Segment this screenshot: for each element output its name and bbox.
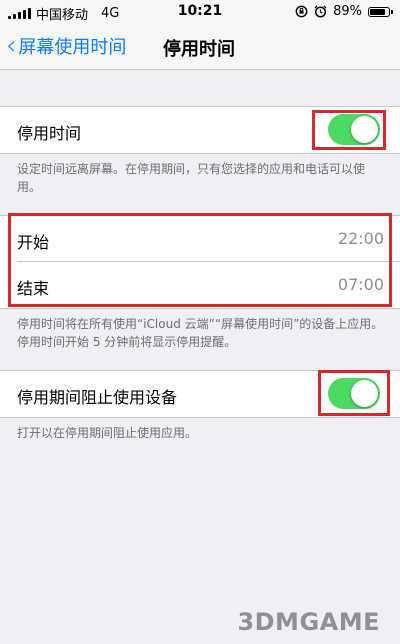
battery-icon bbox=[368, 6, 393, 17]
start-label: 开始 bbox=[17, 233, 50, 252]
downtime-row: 停用时间 bbox=[0, 107, 400, 153]
end-time-value: 07:00 bbox=[337, 275, 384, 294]
rotation-lock-icon bbox=[295, 5, 308, 18]
nav-bar: ‹ 屏幕使用时间 停用时间 bbox=[0, 24, 400, 70]
block-toggle[interactable] bbox=[328, 378, 380, 409]
back-button[interactable]: ‹ 屏幕使用时间 bbox=[6, 33, 126, 59]
battery-level bbox=[370, 8, 385, 15]
battery-percent: 89% bbox=[333, 4, 362, 19]
downtime-description: 设定时间远离屏幕。在停用期间，只有您选择的应用和电话可以使用。 bbox=[17, 162, 366, 194]
downtime-toggle[interactable] bbox=[328, 114, 380, 145]
toggle-knob bbox=[351, 116, 378, 143]
status-right: 89% bbox=[295, 4, 393, 19]
schedule-description: 停用时间将在所有使用“iCloud 云端”“屏幕使用时间”的设备上应用。停用时间… bbox=[17, 317, 384, 349]
start-time-value: 22:00 bbox=[337, 229, 384, 248]
end-row[interactable]: 结束 07:00 bbox=[0, 262, 400, 308]
back-label: 屏幕使用时间 bbox=[18, 37, 127, 58]
schedule-group: 开始 22:00 结束 07:00 bbox=[0, 215, 400, 309]
chevron-left-icon: ‹ bbox=[6, 31, 17, 61]
end-label: 结束 bbox=[17, 279, 50, 298]
downtime-label: 停用时间 bbox=[17, 124, 82, 143]
watermark-logo: 3DMGAME bbox=[237, 608, 380, 636]
block-description: 打开以在停用期间阻止使用应用。 bbox=[17, 426, 198, 440]
block-row: 停用期间阻止使用设备 bbox=[0, 371, 400, 417]
block-group: 停用期间阻止使用设备 bbox=[0, 370, 400, 418]
toggle-knob bbox=[351, 380, 378, 407]
page-title: 停用时间 bbox=[163, 39, 235, 60]
downtime-group: 停用时间 bbox=[0, 106, 400, 154]
start-row[interactable]: 开始 22:00 bbox=[0, 216, 400, 262]
block-label: 停用期间阻止使用设备 bbox=[17, 388, 178, 407]
status-bar: 中国移动 4G 10:21 89% bbox=[0, 0, 400, 24]
alarm-icon bbox=[314, 5, 327, 18]
